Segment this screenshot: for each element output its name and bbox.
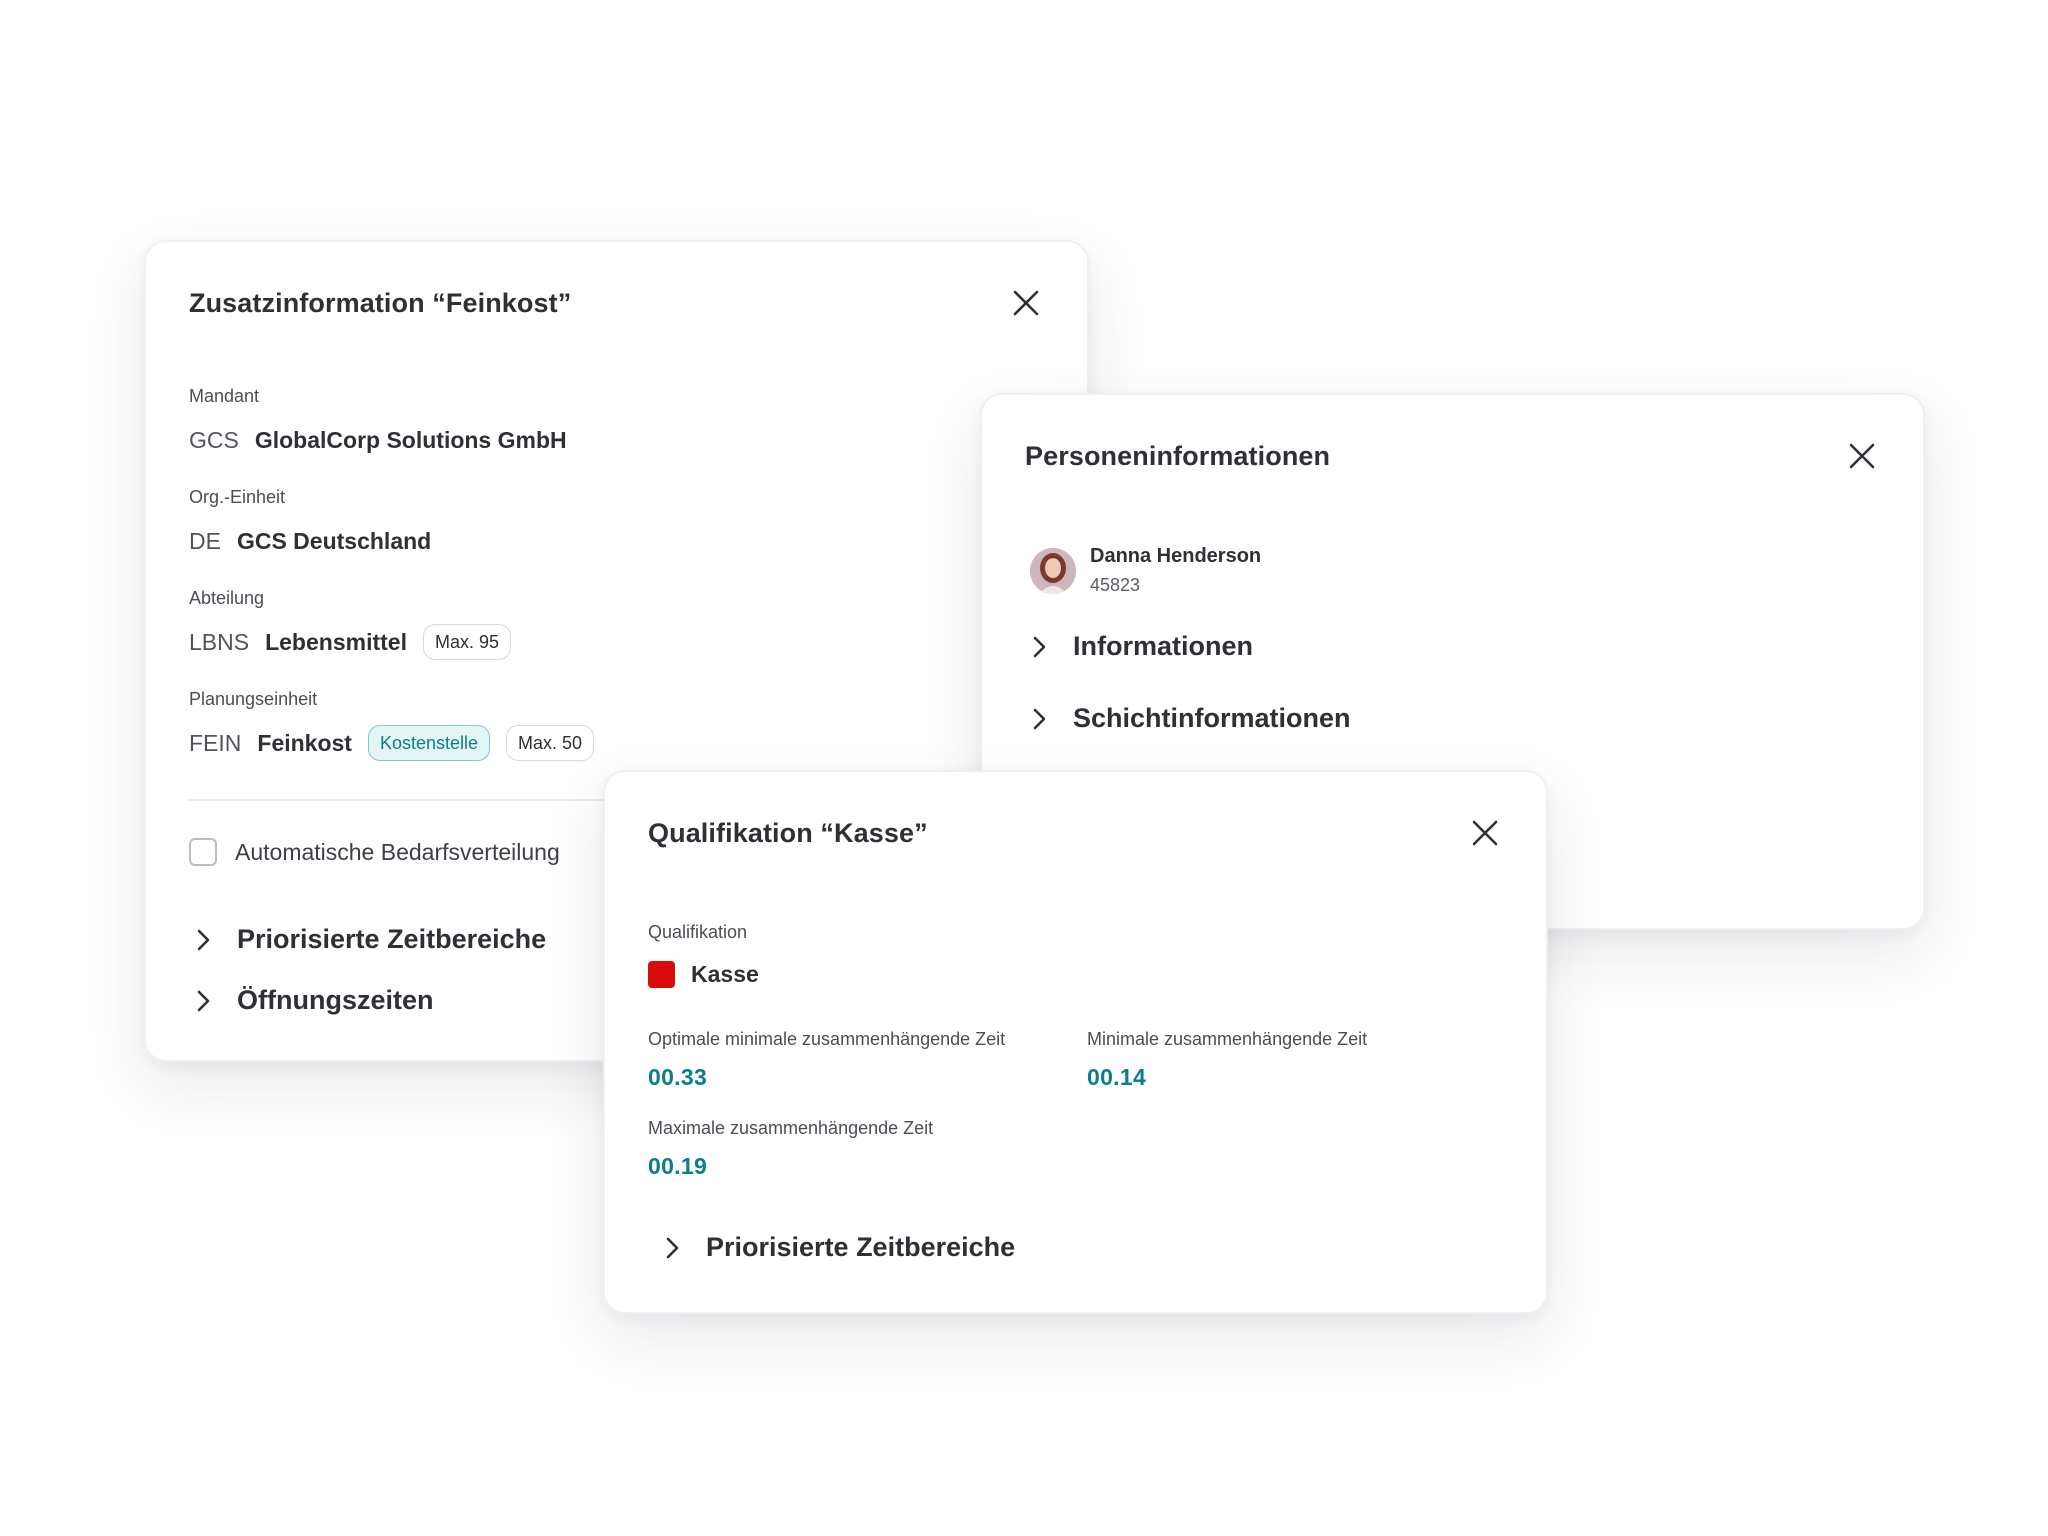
planung-max-badge: Max. 50	[506, 725, 595, 761]
stat-value-optimal-min: 00.33	[648, 1064, 708, 1090]
kostenstelle-badge: Kostenstelle	[367, 725, 491, 761]
expander-label: Schichtinformationen	[1073, 703, 1351, 733]
mandant-name: GlobalCorp Solutions GmbH	[254, 426, 567, 453]
stat-label-max: Maximale zusammenhängende Zeit	[648, 1118, 934, 1138]
planung-code: FEIN	[189, 729, 242, 756]
kasse-dialog: Qualifikation “Kasse” Qualifikation Kass…	[603, 770, 1548, 1314]
expander-label: Öffnungszeiten	[237, 985, 434, 1015]
bedarfsverteilung-checkbox[interactable]	[189, 838, 217, 866]
close-icon	[1472, 820, 1498, 846]
expander-schichtinformationen[interactable]: Schichtinformationen	[1025, 703, 1351, 734]
planung-label: Planungseinheit	[189, 689, 318, 709]
qualifikation-color-swatch	[648, 960, 675, 988]
org-name: GCS Deutschland	[236, 527, 432, 554]
abteilung-name: Lebensmittel	[265, 628, 407, 655]
expander-label: Priorisierte Zeitbereiche	[706, 1232, 1016, 1262]
expander-oeffnungszeiten[interactable]: Öffnungszeiten	[189, 985, 434, 1016]
stat-value-min: 00.14	[1087, 1064, 1147, 1090]
expander-label: Priorisierte Zeitbereiche	[237, 924, 547, 954]
abteilung-row: LBNS Lebensmittel Max. 95	[189, 624, 511, 660]
planung-row: FEIN Feinkost Kostenstelle Max. 50	[189, 725, 595, 761]
chevron-right-icon	[197, 990, 210, 1011]
bedarfsverteilung-label: Automatische Bedarfsverteilung	[235, 838, 560, 865]
stat-label-min: Minimale zusammenhängende Zeit	[1087, 1029, 1368, 1049]
org-code: DE	[189, 527, 221, 554]
expander-priorisierte-zeitbereiche[interactable]: Priorisierte Zeitbereiche	[189, 924, 546, 955]
bedarfsverteilung-option[interactable]: Automatische Bedarfsverteilung	[189, 838, 560, 866]
expander-priorisierte-zeitbereiche[interactable]: Priorisierte Zeitbereiche	[658, 1232, 1015, 1263]
chevron-right-icon	[666, 1237, 679, 1258]
abteilung-code: LBNS	[189, 628, 250, 655]
chevron-right-icon	[1033, 636, 1046, 657]
close-icon	[1013, 290, 1039, 316]
kasse-title: Qualifikation “Kasse”	[648, 818, 928, 848]
qualifikation-name: Kasse	[691, 960, 759, 987]
chevron-right-icon	[197, 929, 210, 950]
qualifikation-row: Kasse	[648, 956, 759, 992]
expander-label: Informationen	[1073, 631, 1253, 661]
person-title: Personeninformationen	[1025, 441, 1331, 471]
mandant-code: GCS	[189, 426, 239, 453]
stat-label-optimal-min: Optimale minimale zusammenhängende Zeit	[648, 1029, 1006, 1049]
close-icon	[1849, 443, 1875, 469]
org-row: DE GCS Deutschland	[189, 523, 431, 559]
planung-name: Feinkost	[257, 729, 352, 756]
stat-value-max: 00.19	[648, 1153, 708, 1179]
abteilung-label: Abteilung	[189, 588, 265, 608]
stage: Zusatzinformation “Feinkost” Mandant GCS…	[0, 0, 2048, 1536]
person-id: 45823	[1090, 575, 1141, 595]
mandant-row: GCS GlobalCorp Solutions GmbH	[189, 422, 567, 458]
chevron-right-icon	[1033, 708, 1046, 729]
org-label: Org.-Einheit	[189, 487, 286, 507]
qualifikation-label: Qualifikation	[648, 922, 748, 942]
abteilung-max-badge: Max. 95	[422, 624, 511, 660]
kasse-close-button[interactable]	[1468, 816, 1502, 850]
person-name: Danna Henderson	[1090, 545, 1262, 567]
feinkost-title: Zusatzinformation “Feinkost”	[189, 288, 572, 318]
expander-informationen[interactable]: Informationen	[1025, 631, 1253, 662]
person-card: Danna Henderson 45823	[1030, 545, 1261, 596]
avatar	[1030, 547, 1076, 594]
mandant-label: Mandant	[189, 386, 260, 406]
feinkost-close-button[interactable]	[1009, 286, 1043, 320]
person-close-button[interactable]	[1845, 439, 1879, 473]
